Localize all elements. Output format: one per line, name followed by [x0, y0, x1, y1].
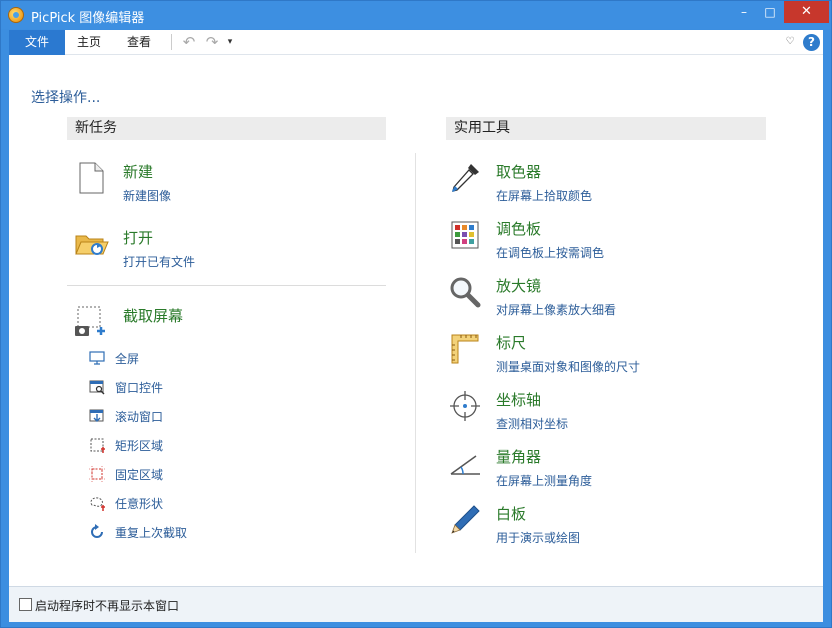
window-control-label: 窗口控件 — [115, 381, 164, 395]
eyedropper-icon — [452, 164, 479, 192]
dont-show-label[interactable]: 启动程序时不再显示本窗口 — [35, 597, 179, 614]
fixed-region-label: 固定区域 — [115, 468, 164, 482]
crosshair-subtitle: 查测相对坐标 — [496, 417, 569, 431]
tab-file[interactable]: 文件 — [9, 30, 65, 55]
tab-view[interactable]: 查看 — [117, 30, 161, 55]
capture-scroll-window-item[interactable]: 滚动窗口 — [89, 407, 249, 425]
tool-whiteboard[interactable]: 白板 用于演示或绘图 — [448, 503, 708, 553]
palette-title: 调色板 — [496, 220, 542, 238]
protractor-icon — [450, 455, 480, 475]
page-prompt: 选择操作... — [31, 90, 101, 106]
redo-icon[interactable]: ↷ — [203, 33, 221, 51]
crosshair-title: 坐标轴 — [496, 391, 542, 409]
dont-show-checkbox[interactable] — [19, 598, 32, 611]
magnifier-title: 放大镜 — [496, 277, 542, 295]
open-folder-icon — [75, 235, 109, 255]
window-title: PicPick 图像编辑器 — [31, 11, 145, 26]
tool-crosshair[interactable]: 坐标轴 查测相对坐标 — [448, 389, 708, 439]
capture-rect-region-item[interactable]: 矩形区域 — [89, 436, 249, 454]
footer-bar: 启动程序时不再显示本窗口 — [9, 586, 823, 622]
tool-color-picker[interactable]: 取色器 在屏幕上拾取颜色 — [448, 161, 708, 211]
maximize-button[interactable]: □ — [757, 1, 783, 23]
magnifier-icon — [450, 277, 481, 308]
new-file-icon — [79, 162, 104, 194]
tool-ruler[interactable]: 标尺 测量桌面对象和图像的尺寸 — [448, 332, 708, 382]
ruler-subtitle: 测量桌面对象和图像的尺寸 — [496, 360, 641, 374]
app-window: PicPick 图像编辑器 – □ ✕ 文件 主页 查看 ↶ ↷ ▾ ♡ ? 选… — [0, 0, 832, 628]
rect-region-label: 矩形区域 — [115, 439, 164, 453]
capture-fullscreen-item[interactable]: 全屏 — [89, 349, 249, 367]
scroll-window-icon — [89, 409, 104, 422]
capture-window-control-item[interactable]: 窗口控件 — [89, 378, 249, 396]
repeat-icon — [91, 524, 103, 538]
column-divider — [415, 153, 416, 553]
new-image-item[interactable]: 新建 新建图像 — [75, 161, 275, 211]
window-control-icon — [89, 380, 105, 395]
new-subtitle: 新建图像 — [123, 189, 172, 203]
ruler-title: 标尺 — [496, 334, 527, 352]
quick-access-dropdown-icon[interactable]: ▾ — [224, 33, 236, 51]
open-title: 打开 — [123, 229, 154, 247]
capture-freehand-item[interactable]: 任意形状 — [89, 494, 249, 512]
open-subtitle: 打开已有文件 — [123, 255, 196, 269]
new-title: 新建 — [123, 163, 154, 181]
screen-capture-icon — [75, 306, 105, 336]
palette-icon — [451, 221, 479, 249]
protractor-subtitle: 在屏幕上测量角度 — [496, 474, 593, 488]
tab-home[interactable]: 主页 — [67, 30, 111, 55]
fixed-region-icon — [89, 466, 105, 482]
picpick-logo-icon — [8, 7, 24, 23]
close-button[interactable]: ✕ — [784, 1, 829, 23]
section-divider — [67, 285, 386, 286]
ribbon-menu-bar: 文件 主页 查看 ↶ ↷ ▾ ♡ ? — [9, 30, 823, 55]
capture-title: 截取屏幕 — [123, 307, 184, 325]
help-icon[interactable]: ? — [803, 34, 820, 51]
repeat-last-capture-item[interactable]: 重复上次截取 — [89, 523, 249, 541]
capture-fixed-region-item[interactable]: 固定区域 — [89, 465, 249, 483]
ruler-icon — [451, 334, 479, 364]
screen-capture-item[interactable]: 截取屏幕 — [75, 305, 275, 355]
new-task-header: 新任务 — [67, 117, 386, 140]
palette-subtitle: 在调色板上按需调色 — [496, 246, 605, 260]
tools-header: 实用工具 — [446, 117, 766, 140]
tool-palette[interactable]: 调色板 在调色板上按需调色 — [448, 218, 708, 268]
color-picker-title: 取色器 — [496, 163, 542, 181]
freehand-icon — [90, 497, 105, 511]
protractor-title: 量角器 — [496, 448, 542, 466]
tool-protractor[interactable]: 量角器 在屏幕上测量角度 — [448, 446, 708, 496]
scroll-window-label: 滚动窗口 — [115, 410, 164, 424]
crosshair-icon — [450, 391, 480, 421]
whiteboard-title: 白板 — [496, 505, 527, 523]
whiteboard-subtitle: 用于演示或绘图 — [496, 531, 581, 545]
magnifier-subtitle: 对屏幕上像素放大细看 — [496, 303, 617, 317]
monitor-icon — [89, 351, 105, 365]
rect-region-icon — [90, 438, 105, 453]
fullscreen-label: 全屏 — [115, 352, 140, 366]
whiteboard-pen-icon — [451, 505, 480, 534]
menu-separator — [171, 34, 172, 50]
freehand-label: 任意形状 — [115, 497, 164, 511]
minimize-button[interactable]: – — [731, 1, 757, 23]
undo-icon[interactable]: ↶ — [180, 33, 198, 51]
color-picker-subtitle: 在屏幕上拾取颜色 — [496, 189, 593, 203]
start-page: 选择操作... 新任务 实用工具 新建 新建图像 打开 打开已有文件 截取屏幕 … — [9, 55, 823, 586]
tool-magnifier[interactable]: 放大镜 对屏幕上像素放大细看 — [448, 275, 708, 325]
repeat-label: 重复上次截取 — [115, 526, 188, 540]
ribbon-collapse-icon[interactable]: ♡ — [782, 34, 798, 50]
open-file-item[interactable]: 打开 打开已有文件 — [75, 227, 275, 277]
title-bar[interactable]: PicPick 图像编辑器 – □ ✕ — [1, 1, 831, 29]
